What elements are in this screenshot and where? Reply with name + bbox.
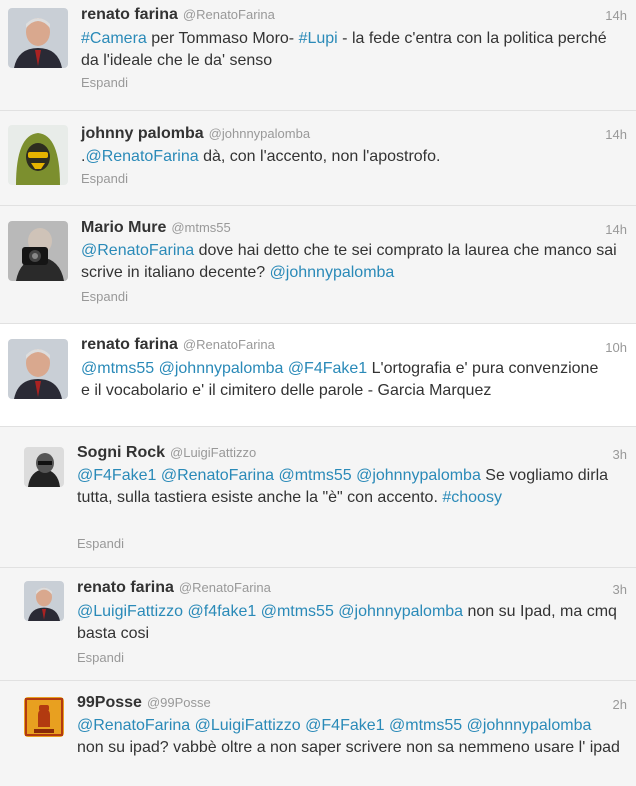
tweet-text: .@RenatoFarina dà, con l'accento, non l'… — [81, 146, 621, 168]
hashtag-link[interactable]: #choosy — [442, 489, 502, 506]
mention-link[interactable]: @mtms55 — [261, 603, 334, 620]
tweet-timestamp[interactable]: 14h — [605, 127, 627, 142]
author-name[interactable]: Sogni Rock — [77, 444, 165, 461]
tweet-timestamp[interactable]: 3h — [613, 582, 627, 597]
author-name[interactable]: renato farina — [81, 336, 178, 353]
tweet-item[interactable]: johnny palomba @johnnypalomba 14h .@Renat… — [0, 111, 636, 206]
author-name[interactable]: renato farina — [77, 579, 174, 596]
tweet-timestamp[interactable]: 2h — [613, 697, 627, 712]
author-handle[interactable]: @johnnypalomba — [209, 126, 310, 141]
hashtag-link[interactable]: #Camera — [81, 30, 147, 47]
mention-link[interactable]: @johnnypalomba — [270, 264, 395, 281]
mention-link[interactable]: @johnnypalomba — [356, 467, 481, 484]
tweet-text: @RenatoFarina @LuigiFattizzo @F4Fake1 @m… — [77, 715, 622, 759]
tweet-item[interactable]: Mario Mure @mtms55 14h @RenatoFarina dove… — [0, 206, 636, 324]
renato-farina-avatar[interactable] — [8, 339, 68, 399]
renato-farina-avatar[interactable] — [24, 581, 64, 621]
mention-link[interactable]: @RenatoFarina — [77, 717, 190, 734]
expand-link[interactable]: Espandi — [77, 536, 124, 551]
mention-link[interactable]: @mtms55 — [278, 467, 351, 484]
author-handle[interactable]: @mtms55 — [171, 220, 230, 235]
tweet-timestamp[interactable]: 10h — [605, 340, 627, 355]
mention-link[interactable]: @LuigiFattizzo — [195, 717, 301, 734]
tweet-text: #Camera per Tommaso Moro- #Lupi - la fed… — [81, 28, 621, 72]
tweet-text-segment: per Tommaso Moro- — [146, 30, 299, 47]
mario-mure-avatar[interactable] — [8, 221, 68, 281]
tweet-feed: renato farina @RenatoFarina 14h #Camera p… — [0, 0, 636, 786]
tweet-text: @mtms55 @johnnypalomba @F4Fake1 L'ortogr… — [81, 358, 601, 402]
author-handle[interactable]: @RenatoFarina — [179, 580, 271, 595]
expand-link[interactable]: Espandi — [81, 75, 128, 90]
tweet-item[interactable]: Sogni Rock @LuigiFattizzo 3h @F4Fake1 @Re… — [0, 427, 636, 568]
author-name[interactable]: johnny palomba — [81, 125, 204, 142]
tweet-item[interactable]: renato farina @RenatoFarina 14h #Camera p… — [0, 0, 636, 111]
mention-link[interactable]: @mtms55 — [389, 717, 462, 734]
johnny-palomba-avatar[interactable] — [8, 125, 68, 185]
tweet-item[interactable]: renato farina @RenatoFarina 10h @mtms55 @… — [0, 324, 636, 427]
tweet-text: @RenatoFarina dove hai detto che te sei … — [81, 240, 621, 284]
mention-link[interactable]: @johnnypalomba — [338, 603, 463, 620]
mention-link[interactable]: @johnnypalomba — [467, 717, 592, 734]
renato-farina-avatar[interactable] — [8, 8, 68, 68]
mention-link[interactable]: @F4Fake1 — [305, 717, 384, 734]
tweet-item[interactable]: renato farina @RenatoFarina 3h @LuigiFatt… — [0, 568, 636, 681]
mention-link[interactable]: @LuigiFattizzo — [77, 603, 183, 620]
author-handle[interactable]: @RenatoFarina — [183, 7, 275, 22]
tweet-item[interactable]: 99Posse @99Posse 2h @RenatoFarina @LuigiF… — [0, 681, 636, 786]
mention-link[interactable]: @mtms55 — [81, 360, 154, 377]
author-handle[interactable]: @RenatoFarina — [183, 337, 275, 352]
expand-link[interactable]: Espandi — [81, 171, 128, 186]
tweet-timestamp[interactable]: 3h — [613, 447, 627, 462]
tweet-timestamp[interactable]: 14h — [605, 222, 627, 237]
tweet-text: @F4Fake1 @RenatoFarina @mtms55 @johnnypa… — [77, 465, 612, 509]
expand-link[interactable]: Espandi — [81, 289, 128, 304]
mention-link[interactable]: @f4fake1 — [188, 603, 257, 620]
99posse-avatar[interactable] — [24, 697, 64, 737]
tweet-text: @LuigiFattizzo @f4fake1 @mtms55 @johnnyp… — [77, 601, 622, 645]
author-name[interactable]: Mario Mure — [81, 219, 166, 236]
expand-link[interactable]: Espandi — [77, 650, 124, 665]
mention-link[interactable]: @F4Fake1 — [288, 360, 367, 377]
mention-link[interactable]: @F4Fake1 — [77, 467, 156, 484]
hashtag-link[interactable]: #Lupi — [299, 30, 338, 47]
tweet-timestamp[interactable]: 14h — [605, 8, 627, 23]
author-handle[interactable]: @LuigiFattizzo — [170, 445, 256, 460]
mention-link[interactable]: @RenatoFarina — [81, 242, 194, 259]
tweet-text-segment: dà, con l'accento, non l'apostrofo. — [198, 148, 441, 165]
author-name[interactable]: renato farina — [81, 6, 178, 23]
mention-link[interactable]: @johnnypalomba — [159, 360, 284, 377]
sogni-rock-avatar[interactable] — [24, 447, 64, 487]
author-name[interactable]: 99Posse — [77, 694, 142, 711]
mention-link[interactable]: @RenatoFarina — [85, 148, 198, 165]
mention-link[interactable]: @RenatoFarina — [161, 467, 274, 484]
author-handle[interactable]: @99Posse — [147, 695, 211, 710]
tweet-text-segment: non su ipad? vabbè oltre a non saper scr… — [77, 739, 620, 756]
